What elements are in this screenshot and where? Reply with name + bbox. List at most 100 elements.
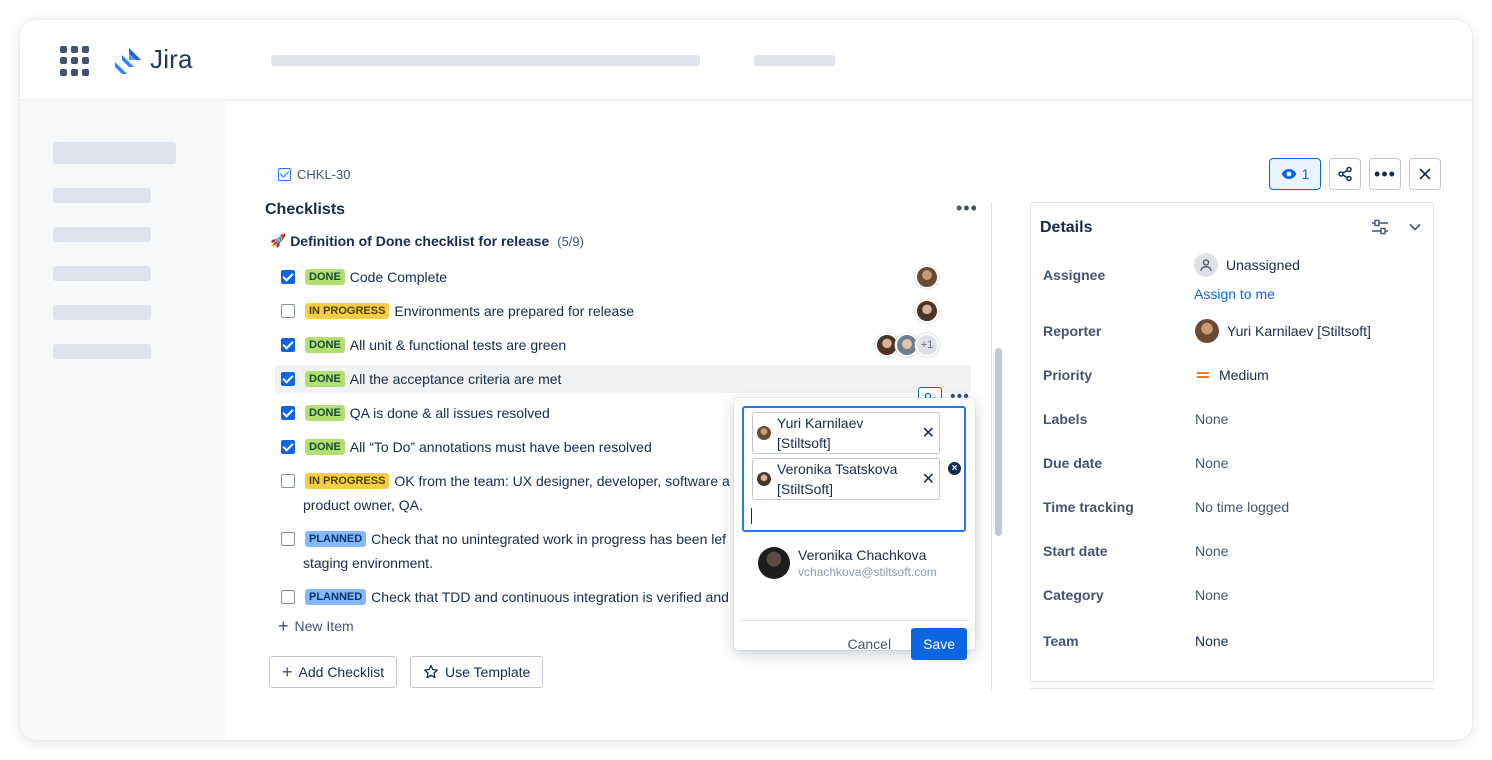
field-label: Team	[1043, 633, 1079, 649]
avatar	[757, 426, 771, 440]
field-label: Priority	[1043, 367, 1093, 383]
item-checkbox[interactable]	[281, 440, 295, 454]
new-item-label: New Item	[294, 618, 354, 634]
details-row-start-date: Start date None	[1043, 543, 1228, 559]
field-value: Medium	[1219, 367, 1269, 383]
status-badge[interactable]: DONE	[305, 337, 345, 353]
new-item-button[interactable]: + New Item	[278, 617, 354, 635]
app-switcher-icon[interactable]	[60, 46, 90, 76]
status-badge[interactable]: DONE	[305, 439, 345, 455]
issue-key[interactable]: CHKL-30	[278, 167, 350, 182]
sidebar-placeholder	[53, 142, 176, 164]
field-value[interactable]: No time logged	[1195, 499, 1289, 515]
share-button[interactable]	[1329, 158, 1361, 190]
item-checkbox[interactable]	[281, 406, 295, 420]
field-label: Reporter	[1043, 323, 1102, 339]
issue-actions: 1 •••	[1269, 158, 1441, 190]
item-checkbox[interactable]	[281, 372, 295, 386]
item-checkbox[interactable]	[281, 270, 295, 284]
more-assignees-badge[interactable]: +1	[915, 333, 939, 357]
priority-field[interactable]: Medium	[1195, 367, 1269, 383]
status-badge[interactable]: DONE	[305, 405, 345, 421]
field-value[interactable]: None	[1195, 411, 1228, 427]
avatar	[1195, 319, 1219, 343]
selected-user-chip[interactable]: Yuri Karnilaev [Stiltsoft] ✕	[752, 412, 940, 454]
checklist-item[interactable]: DONE Code Complete	[275, 265, 971, 289]
task-checkbox-icon	[278, 168, 291, 181]
top-navigation: Jira	[20, 20, 1472, 100]
star-icon	[424, 664, 438, 679]
cancel-button[interactable]: Cancel	[835, 628, 903, 660]
field-value[interactable]: None	[1195, 455, 1228, 471]
suggestion-email: vchachkova@stiltsoft.com	[798, 565, 937, 579]
item-text[interactable]: Environments are prepared for release	[394, 299, 634, 323]
item-text[interactable]: Check that TDD and continuous integratio…	[371, 585, 729, 609]
field-label: Assignee	[1043, 267, 1106, 283]
remove-chip-icon[interactable]: ✕	[922, 470, 935, 490]
chevron-down-icon[interactable]	[1409, 223, 1421, 231]
checklist-item[interactable]: IN PROGRESS Environments are prepared fo…	[275, 299, 971, 323]
avatar	[757, 472, 771, 486]
item-text[interactable]: Check that no unintegrated work in progr…	[371, 527, 726, 551]
chip-label: [StiltSoft]	[777, 481, 834, 497]
field-value: Yuri Karnilaev [Stiltsoft]	[1227, 323, 1371, 339]
watch-button[interactable]: 1	[1269, 158, 1321, 190]
checklist-item[interactable]: DONE All the acceptance criteria are met	[275, 365, 971, 393]
status-badge[interactable]: DONE	[305, 371, 345, 387]
details-panel: Details Assignee Unassigned Reporter Yur…	[1030, 202, 1434, 682]
jira-logo-icon	[115, 47, 141, 74]
checklist-item[interactable]: DONE All unit & functional tests are gre…	[275, 333, 971, 357]
clear-all-icon[interactable]: ×	[948, 462, 961, 475]
field-label: Category	[1043, 587, 1104, 603]
checklist-progress: (5/9)	[557, 233, 584, 249]
use-template-button[interactable]: Use Template	[410, 656, 544, 688]
item-text-continued[interactable]: staging environment.	[303, 551, 433, 575]
details-heading: Details	[1040, 219, 1093, 236]
item-text[interactable]: Code Complete	[350, 265, 447, 289]
item-checkbox[interactable]	[281, 338, 295, 352]
jira-logo[interactable]: Jira	[114, 44, 193, 75]
scrollbar[interactable]	[995, 348, 1002, 536]
item-checkbox[interactable]	[281, 590, 295, 604]
assign-to-me-link[interactable]: Assign to me	[1194, 286, 1275, 302]
status-badge[interactable]: PLANNED	[305, 531, 367, 547]
user-picker-input[interactable]: Yuri Karnilaev [Stiltsoft] ✕ Veronika Ts…	[742, 406, 966, 532]
item-checkbox[interactable]	[281, 532, 295, 546]
status-badge[interactable]: PLANNED	[305, 589, 367, 605]
status-badge[interactable]: DONE	[305, 269, 345, 285]
chip-label: Veronika Tsatskova	[777, 461, 898, 477]
item-text[interactable]: All the acceptance criteria are met	[350, 367, 562, 391]
status-badge[interactable]: IN PROGRESS	[305, 473, 390, 489]
selected-user-chip[interactable]: Veronika Tsatskova [StiltSoft] ✕	[752, 458, 940, 500]
item-text[interactable]: All unit & functional tests are green	[350, 333, 566, 357]
more-actions-button[interactable]: •••	[1369, 158, 1401, 190]
item-checkbox[interactable]	[281, 474, 295, 488]
item-text-continued[interactable]: product owner, QA.	[303, 493, 423, 517]
item-text[interactable]: All “To Do” annotations must have been r…	[350, 435, 652, 459]
assignee-value[interactable]: Unassigned	[1194, 253, 1300, 277]
save-button[interactable]: Save	[911, 628, 967, 660]
configure-fields-icon[interactable]	[1371, 219, 1389, 235]
item-checkbox[interactable]	[281, 304, 295, 318]
field-value[interactable]: None	[1195, 543, 1228, 559]
field-label: Due date	[1043, 455, 1103, 471]
issue-key-label: CHKL-30	[297, 167, 351, 182]
add-checklist-button[interactable]: + Add Checklist	[269, 656, 398, 688]
status-badge[interactable]: IN PROGRESS	[305, 303, 390, 319]
avatar[interactable]	[915, 265, 939, 289]
checklist-title[interactable]: 🚀 Definition of Done checklist for relea…	[270, 233, 584, 249]
field-value[interactable]: None	[1195, 587, 1228, 603]
checklists-more-icon[interactable]: •••	[956, 198, 978, 219]
close-button[interactable]	[1409, 158, 1441, 190]
app-frame: Jira CHKL-30 1 ••• Checklists ••• 🚀 Defi…	[20, 20, 1472, 740]
item-text[interactable]: OK from the team: UX designer, developer…	[394, 469, 729, 493]
field-label: Start date	[1043, 543, 1108, 559]
avatar[interactable]	[915, 299, 939, 323]
user-suggestion[interactable]: Veronika Chachkova vchachkova@stiltsoft.…	[758, 546, 937, 580]
remove-chip-icon[interactable]: ✕	[922, 424, 935, 444]
field-value[interactable]: None	[1195, 633, 1228, 649]
rocket-icon: 🚀	[270, 233, 287, 248]
item-text[interactable]: QA is done & all issues resolved	[350, 401, 550, 425]
reporter-field[interactable]: Yuri Karnilaev [Stiltsoft]	[1195, 319, 1371, 343]
sidebar-placeholder	[53, 266, 151, 281]
